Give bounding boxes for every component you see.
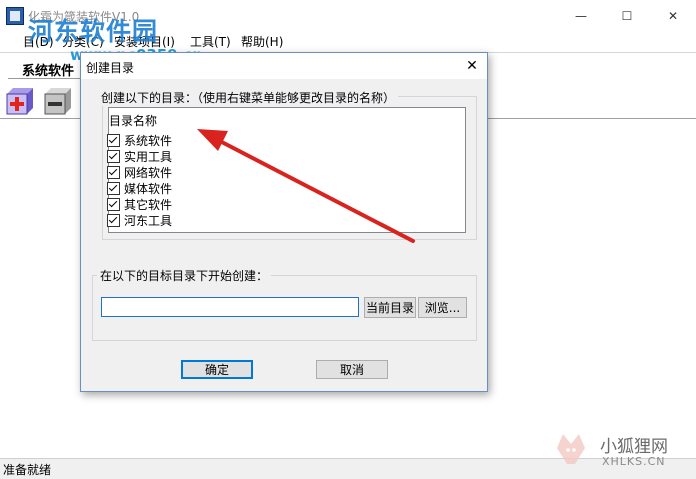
list-item-label: 媒体软件 — [124, 181, 173, 196]
app-icon — [6, 7, 24, 25]
list-item[interactable]: 河东工具 — [107, 212, 172, 228]
ok-button[interactable]: 确定 — [181, 360, 253, 379]
close-icon: ✕ — [667, 8, 679, 23]
status-text: 准备就绪 — [3, 463, 52, 477]
list-item[interactable]: 实用工具 — [107, 148, 172, 164]
target-directory-group-label: 在以下的目标目录下开始创建： — [97, 267, 272, 284]
current-directory-button[interactable]: 当前目录 — [364, 297, 416, 318]
add-icon — [6, 88, 33, 115]
menu-help[interactable]: 帮助(H) — [241, 33, 283, 50]
checkbox[interactable] — [107, 181, 120, 195]
target-path-input[interactable] — [101, 297, 359, 317]
maximize-icon: ☐ — [621, 8, 633, 23]
tab-system-software[interactable]: 系统软件 — [22, 60, 74, 79]
watermark-logo-sub: XHLKS.CN — [602, 455, 666, 468]
maximize-button[interactable]: ☐ — [604, 0, 650, 31]
list-item-label: 网络软件 — [124, 165, 173, 180]
directory-list-header: 目录名称 — [109, 114, 158, 128]
list-item[interactable]: 系统软件 — [107, 132, 172, 148]
tab-underline — [8, 78, 88, 79]
minimize-button[interactable]: — — [558, 0, 604, 31]
list-item-label: 其它软件 — [124, 197, 173, 212]
remove-icon — [44, 88, 71, 115]
cancel-button[interactable]: 取消 — [316, 360, 388, 379]
list-item-label: 河东工具 — [124, 213, 173, 228]
checkbox[interactable] — [107, 197, 120, 211]
checkbox[interactable] — [107, 165, 120, 179]
browse-button[interactable]: 浏览... — [418, 297, 467, 318]
list-item[interactable]: 媒体软件 — [107, 180, 172, 196]
close-button[interactable]: ✕ — [650, 0, 696, 31]
watermark-logo-text: 小狐狸网 — [600, 437, 668, 457]
dialog-title: 创建目录 — [86, 61, 135, 75]
create-directory-dialog: 创建目录 ✕ 创建以下的目录：（使用右键菜单能够更改目录的名称） 目录名称 系统… — [80, 52, 488, 392]
list-item-label: 实用工具 — [124, 149, 173, 164]
remove-category-button[interactable] — [43, 86, 73, 115]
list-item[interactable]: 网络软件 — [107, 164, 172, 180]
minimize-icon: — — [575, 8, 587, 23]
checkbox[interactable] — [107, 133, 120, 147]
dialog-title-bar — [81, 53, 487, 79]
list-item[interactable]: 其它软件 — [107, 196, 172, 212]
list-item-label: 系统软件 — [124, 133, 173, 148]
checkbox[interactable] — [107, 149, 120, 163]
dialog-close-button[interactable]: ✕ — [459, 55, 485, 77]
add-category-button[interactable] — [5, 86, 35, 115]
close-icon: ✕ — [466, 58, 478, 74]
checkbox[interactable] — [107, 213, 120, 227]
watermark-site-name: 河东软件园 — [28, 17, 159, 46]
directory-list-group-label: 创建以下的目录：（使用右键菜单能够更改目录的名称） — [98, 89, 399, 106]
